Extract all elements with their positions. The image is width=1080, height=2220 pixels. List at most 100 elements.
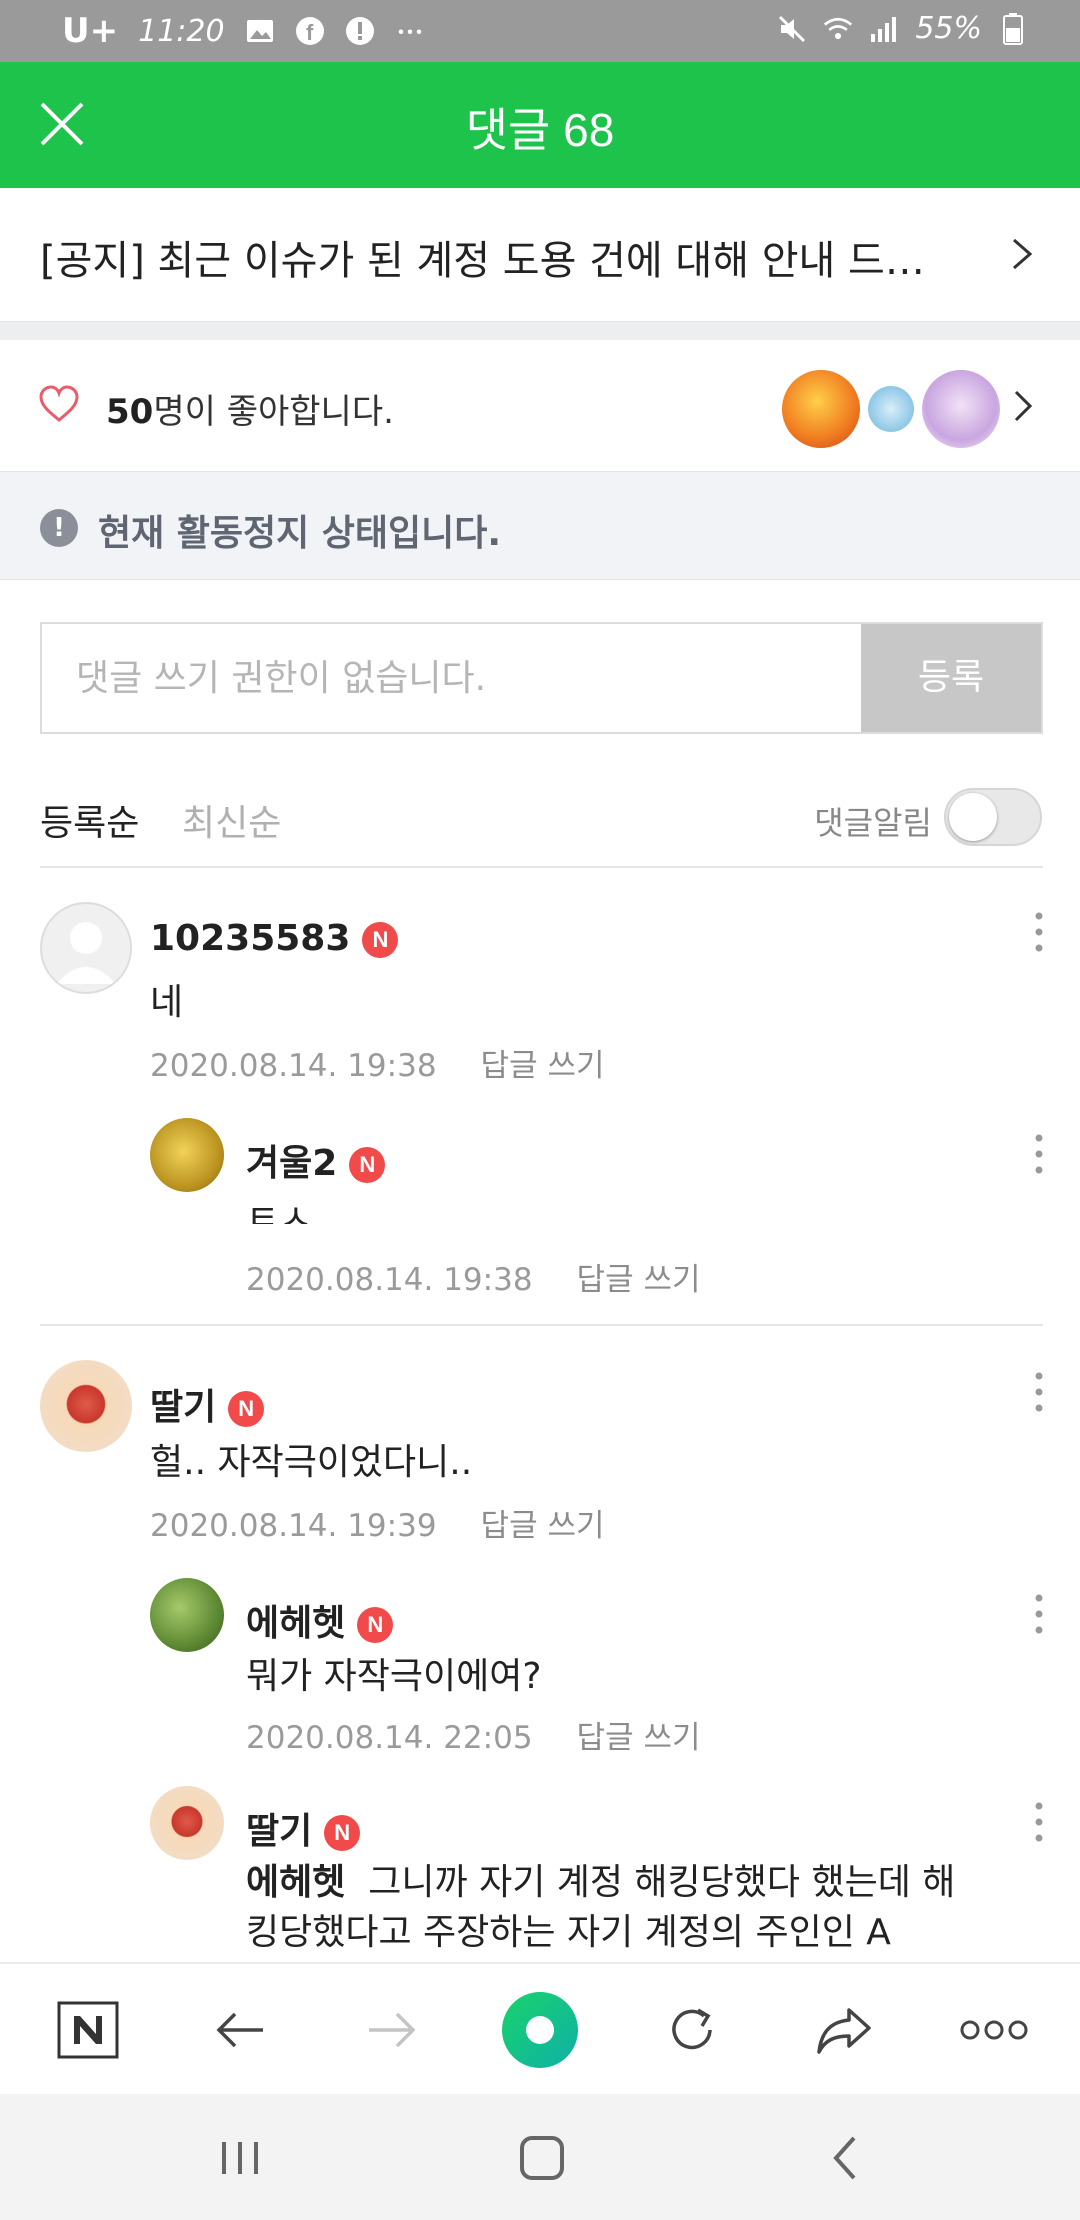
avatar[interactable] [150, 1118, 224, 1192]
default-user-icon [56, 922, 116, 984]
author-name: 딸기 [246, 1811, 313, 1852]
more-dots-icon [395, 16, 425, 46]
section-gap [0, 322, 1080, 340]
share-button[interactable] [808, 1994, 880, 2066]
more-vertical-icon[interactable] [1027, 908, 1051, 956]
forward-button[interactable] [356, 1994, 428, 2066]
image-icon [245, 16, 275, 46]
page-title: 댓글 68 [465, 104, 615, 156]
arrow-right-icon [369, 2012, 416, 2048]
more-vertical-icon[interactable] [1027, 1590, 1051, 1638]
carrier-label: U+ [62, 11, 119, 51]
recent-apps-icon[interactable] [210, 2128, 270, 2188]
share-icon [817, 2008, 871, 2054]
arrow-left-icon [216, 2012, 263, 2048]
submit-button[interactable]: 등록 [861, 624, 1041, 732]
comment-meta: 2020.08.14. 19:38 답글 쓰기 [150, 1040, 604, 1085]
suspension-text: 현재 활동정지 상태입니다. [98, 513, 502, 554]
reply-button[interactable]: 답글 쓰기 [481, 1508, 605, 1544]
toggle-knob [949, 793, 997, 841]
author-name: 에헤헷 [246, 1603, 346, 1644]
comment-author[interactable]: 겨울2 N [246, 1134, 386, 1186]
naver-home-button[interactable] [52, 1994, 124, 2066]
comment-date: 2020.08.14. 19:38 [150, 1048, 437, 1084]
avatar [868, 386, 914, 432]
comments-header: 댓글 68 [0, 62, 1080, 188]
comment-alarm-toggle[interactable] [944, 788, 1042, 846]
comment-body-text: 그니까 자기 계정 해킹당했다 했는데 해킹당했다고 주장하는 자기 계정의 주… [246, 1862, 956, 1953]
comment-text: 네 [150, 982, 184, 1023]
comment: 딸기 N 헐.. 자작극이었다니.. 2020.08.14. 19:39 답글 쓰기… [0, 1326, 1080, 1962]
more-vertical-icon[interactable] [1027, 1368, 1051, 1416]
liker-avatars[interactable] [782, 370, 1000, 448]
mention-name[interactable]: 에헤헷 [246, 1862, 345, 1903]
green-dot-button[interactable] [500, 1990, 580, 2070]
facebook-icon: f [295, 16, 325, 46]
info-icon: ! [40, 509, 78, 547]
avatar[interactable] [150, 1786, 224, 1860]
notice-link[interactable]: [공지] 최근 이슈가 된 계정 도용 건에 대해 안내 드… [0, 188, 1080, 322]
status-bar: U+ 11:20 f 55% [0, 0, 1080, 62]
more-vertical-icon[interactable] [1027, 1130, 1051, 1178]
chevron-right-icon [1014, 390, 1033, 422]
comment-author[interactable]: 딸기 N [246, 1802, 361, 1854]
mute-icon [777, 14, 807, 44]
more-vertical-icon[interactable] [1027, 1798, 1051, 1846]
new-badge: N [349, 1147, 386, 1183]
alert-icon [345, 16, 375, 46]
comment-meta: 2020.08.14. 22:05 답글 쓰기 [246, 1712, 700, 1757]
avatar[interactable] [40, 902, 132, 994]
system-nav-bar [0, 2094, 1080, 2220]
battery-icon [998, 12, 1028, 45]
comment-author[interactable]: 10235583 N [150, 918, 399, 959]
comment-text: 에헤헷 그니까 자기 계정 해킹당했다 했는데 해킹당했다고 주장하는 자기 계… [246, 1858, 966, 1958]
heart-icon[interactable] [38, 385, 80, 423]
sort-row: 등록순 최신순 댓글알림 [0, 780, 1080, 864]
tab-latest-order[interactable]: 최신순 [182, 794, 281, 846]
new-badge: N [228, 1391, 265, 1427]
comment-input[interactable] [42, 624, 862, 732]
browser-toolbar [0, 1962, 1080, 2094]
reply-button[interactable]: 답글 쓰기 [577, 1720, 701, 1756]
clock: 11:20 [138, 13, 225, 49]
reply-button[interactable]: 답글 쓰기 [481, 1048, 605, 1084]
comment-text: 헐.. 자작극이었다니.. [150, 1442, 473, 1483]
comment-date: 2020.08.14. 22:05 [246, 1720, 533, 1756]
back-icon[interactable] [816, 2128, 876, 2188]
avatar[interactable] [40, 1360, 132, 1452]
reply-button[interactable]: 답글 쓰기 [577, 1262, 701, 1298]
author-name: 겨울2 [246, 1143, 338, 1184]
comment-form: 등록 [40, 622, 1043, 734]
naver-logo-icon [57, 2001, 119, 2059]
comment-date: 2020.08.14. 19:38 [246, 1262, 533, 1298]
new-badge: N [357, 1607, 394, 1643]
comment: 10235583 N 네 2020.08.14. 19:38 답글 쓰기 겨울2 N … [0, 868, 1080, 1328]
comment-date: 2020.08.14. 19:39 [150, 1508, 437, 1544]
back-button[interactable] [204, 1994, 276, 2066]
comment-meta: 2020.08.14. 19:38 답글 쓰기 [246, 1254, 700, 1299]
green-dot-icon [502, 1992, 578, 2068]
author-name: 딸기 [150, 1387, 217, 1428]
comment-alarm-label: 댓글알림 [814, 804, 932, 842]
wifi-icon [823, 14, 853, 44]
new-badge: N [362, 922, 399, 958]
new-badge: N [324, 1815, 361, 1851]
tab-registered-order[interactable]: 등록순 [40, 794, 139, 846]
refresh-button[interactable] [656, 1994, 728, 2066]
home-icon[interactable] [512, 2128, 572, 2188]
comment-author[interactable]: 딸기 N [150, 1378, 265, 1430]
battery-percent: 55% [915, 11, 982, 46]
avatar[interactable] [150, 1578, 224, 1652]
chevron-right-icon [1013, 238, 1033, 270]
likes-count: 50 [106, 392, 154, 432]
comment-text: 뭐가 자작극이에여? [246, 1656, 542, 1697]
more-button[interactable] [954, 1994, 1034, 2066]
likes-text: 50명이 좋아합니다. [106, 384, 394, 433]
avatar [782, 370, 860, 448]
avatar [922, 370, 1000, 448]
refresh-icon [672, 2008, 712, 2050]
signal-icon [869, 14, 899, 44]
likes-row[interactable]: 50명이 좋아합니다. [0, 340, 1080, 472]
notice-title: [공지] 최근 이슈가 된 계정 도용 건에 대해 안내 드… [40, 238, 925, 284]
comment-author[interactable]: 에헤헷 N [246, 1594, 394, 1646]
